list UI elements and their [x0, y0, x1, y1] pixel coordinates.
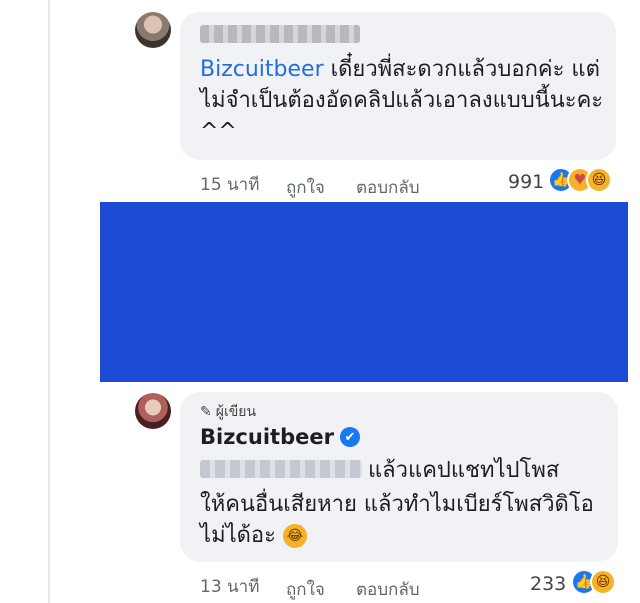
- reaction-icons[interactable]: 👍 😆: [571, 569, 616, 595]
- thread-line: [48, 0, 50, 603]
- author-badge: ✎ ผู้เขียน: [200, 401, 256, 423]
- laugh-icon: 😆: [590, 569, 616, 595]
- author-name[interactable]: Bizcuitbeer: [200, 425, 334, 449]
- verified-icon: ✔: [339, 427, 360, 447]
- reaction-count[interactable]: 991: [508, 171, 544, 193]
- mention-link[interactable]: Bizcuitbeer: [200, 57, 324, 82]
- commenter-avatar[interactable]: [135, 12, 171, 48]
- reaction-count[interactable]: 233: [530, 573, 566, 595]
- like-button[interactable]: ถูกใจ: [286, 174, 325, 201]
- author-badge-label: ผู้เขียน: [215, 404, 257, 420]
- redacted-mention: [200, 460, 362, 478]
- comment-timestamp[interactable]: 13 นาที: [200, 573, 259, 600]
- author-avatar[interactable]: [135, 393, 171, 429]
- like-button[interactable]: ถูกใจ: [286, 576, 325, 603]
- comment-text-rest: ให้คนอื่นเสียหาย แล้วทำไมเบียร์โพสวิดิโอ…: [200, 489, 610, 551]
- reply-button[interactable]: ตอบกลับ: [356, 576, 420, 603]
- comment-text: Bizcuitbeer เดี๋ยวพี่สะดวกแล้วบอกค่ะ แต่…: [200, 54, 605, 147]
- reaction-icons[interactable]: 👍 ♥ 😆: [548, 167, 612, 193]
- redaction-block: [100, 202, 628, 382]
- pen-icon: ✎: [200, 404, 212, 420]
- author-name-row: Bizcuitbeer ✔: [200, 425, 360, 449]
- comment-timestamp[interactable]: 15 นาที: [200, 171, 259, 198]
- laugh-emoji-icon: 😂: [282, 524, 307, 548]
- reply-button[interactable]: ตอบกลับ: [356, 174, 420, 201]
- comment-body: ให้คนอื่นเสียหาย แล้วทำไมเบียร์โพสวิดิโอ…: [200, 492, 594, 548]
- laugh-icon: 😆: [586, 167, 612, 193]
- redacted-commenter-name: [200, 25, 360, 43]
- comment-text-line1: แล้วแคปแชทไปโพส: [368, 458, 560, 483]
